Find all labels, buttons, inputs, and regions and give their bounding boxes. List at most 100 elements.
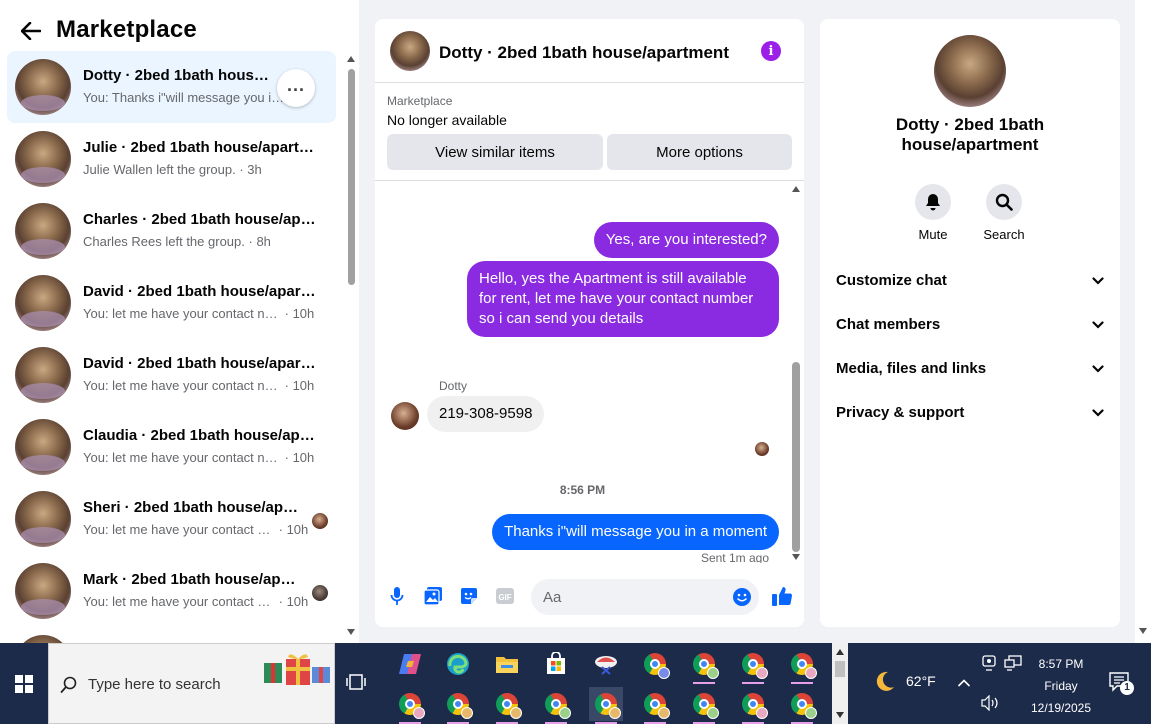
conversation-item[interactable]	[7, 627, 336, 643]
copilot-app-icon[interactable]	[393, 647, 427, 681]
avatar[interactable]	[391, 402, 419, 430]
customize-chat-section[interactable]: Customize chat	[836, 262, 1104, 298]
emoji-icon[interactable]	[731, 586, 753, 608]
chrome-app-icon[interactable]	[785, 687, 819, 724]
chrome-app-icon[interactable]	[736, 687, 770, 724]
scroll-down-arrow-icon[interactable]	[347, 629, 355, 635]
chevron-down-icon	[1092, 360, 1104, 376]
chrome-app-icon[interactable]	[736, 647, 770, 684]
message-list: Yes, are you interested? Hello, yes the …	[375, 181, 790, 563]
volume-icon[interactable]	[980, 694, 1000, 714]
more-horizontal-icon: ...	[286, 75, 305, 95]
message-list-scrollbar[interactable]	[789, 184, 803, 562]
scroll-up-arrow-icon[interactable]	[347, 56, 355, 62]
back-arrow-icon[interactable]	[18, 18, 44, 44]
notification-center-icon[interactable]: 1	[1108, 671, 1134, 698]
sticker-icon[interactable]	[458, 585, 480, 607]
avatar	[15, 563, 71, 619]
conversation-item[interactable]: Charles · 2bed 1bath house/apartment Cha…	[7, 195, 336, 267]
file-explorer-icon[interactable]	[490, 647, 524, 681]
conversation-time: 10h	[292, 378, 315, 393]
view-similar-items-button[interactable]: View similar items	[387, 134, 603, 170]
message-timestamp: 8:56 PM	[559, 483, 606, 497]
info-icon: i	[768, 43, 774, 59]
start-button[interactable]	[0, 643, 48, 724]
conversation-name: Charles · 2bed 1bath house/apartment	[83, 211, 317, 228]
taskbar-scrollbar[interactable]	[832, 643, 848, 724]
conversation-list-panel: Marketplace Dotty · 2bed 1bath house/apa…	[0, 0, 359, 643]
scroll-down-arrow-icon[interactable]	[1139, 628, 1147, 634]
message-input[interactable]	[531, 579, 759, 615]
page-scrollbar[interactable]	[1135, 0, 1151, 643]
chat-title[interactable]: Dotty · 2bed 1bath house/apartment	[439, 43, 729, 63]
scroll-up-arrow-icon[interactable]	[792, 186, 800, 192]
chrome-app-icon[interactable]	[539, 687, 573, 724]
chrome-app-icon[interactable]	[638, 687, 672, 724]
mute-button[interactable]: Mute	[903, 184, 963, 242]
search-button[interactable]: Search	[974, 184, 1034, 242]
listing-status: No longer available	[387, 112, 507, 128]
edge-app-icon[interactable]	[441, 647, 475, 681]
seen-avatar	[312, 513, 328, 529]
gif-icon[interactable]: GIF	[494, 585, 516, 607]
chrome-app-icon[interactable]	[490, 687, 524, 724]
snipping-tool-icon[interactable]	[589, 647, 623, 681]
chat-members-section[interactable]: Chat members	[836, 306, 1104, 342]
chat-panel: Dotty · 2bed 1bath house/apartment i Mar…	[375, 19, 804, 627]
conversation-list: Dotty · 2bed 1bath house/apartment You: …	[0, 51, 344, 643]
windows-logo-icon	[15, 674, 33, 693]
network-icon[interactable]	[1004, 655, 1022, 674]
thumbs-up-icon[interactable]	[771, 585, 793, 607]
conversation-item[interactable]: Mark · 2bed 1bath house/apartment You: l…	[7, 555, 336, 627]
conversation-item[interactable]: David · 2bed 1bath house/apartment You: …	[7, 339, 336, 411]
search-icon	[60, 676, 77, 693]
scroll-down-arrow-icon[interactable]	[836, 712, 844, 718]
avatar[interactable]	[390, 31, 430, 71]
conversation-item[interactable]: Sheri · 2bed 1bath house/apartment You: …	[7, 483, 336, 555]
weather-widget[interactable]: 62°F	[872, 669, 936, 693]
avatar	[15, 419, 71, 475]
microsoft-store-icon[interactable]	[539, 647, 573, 681]
microphone-icon[interactable]	[386, 585, 408, 607]
webcam-icon[interactable]	[982, 655, 996, 674]
scroll-down-arrow-icon[interactable]	[792, 554, 800, 560]
photo-gallery-icon[interactable]	[422, 585, 444, 607]
conversation-preview: You: let me have your contact number so …	[83, 522, 309, 537]
search-label: Search	[983, 227, 1025, 242]
message-bubble-incoming[interactable]: 219-308-9598	[427, 396, 545, 432]
conversation-preview: You: let me have your contact number so …	[83, 306, 315, 321]
scroll-up-arrow-icon[interactable]	[836, 649, 844, 655]
scrollbar-thumb[interactable]	[792, 362, 800, 552]
chrome-app-icon[interactable]	[441, 687, 475, 724]
chrome-app-icon[interactable]	[687, 687, 721, 724]
avatar	[15, 59, 71, 115]
chrome-app-icon[interactable]	[687, 647, 721, 684]
message-bubble-outgoing[interactable]: Yes, are you interested?	[593, 222, 779, 258]
clock-date: 12/19/2025	[1030, 701, 1092, 715]
chrome-app-icon[interactable]	[638, 647, 672, 681]
conversation-name: Claudia · 2bed 1bath house/apartment	[83, 427, 317, 444]
scrollbar-thumb[interactable]	[348, 69, 355, 285]
avatar[interactable]	[934, 35, 1006, 107]
gift-icon[interactable]	[262, 651, 332, 687]
conversation-item[interactable]: Julie · 2bed 1bath house/apartment Julie…	[7, 123, 336, 195]
conversation-item[interactable]: David · 2bed 1bath house/apartment You: …	[7, 267, 336, 339]
show-hidden-icons-chevron-icon[interactable]	[957, 675, 971, 691]
message-bubble-outgoing[interactable]: Thanks i"will message you in a moment	[492, 514, 779, 550]
conversation-item[interactable]: Claudia · 2bed 1bath house/apartment You…	[7, 411, 336, 483]
system-clock[interactable]: 8:57 PM Friday 12/19/2025	[1022, 653, 1100, 719]
task-view-icon[interactable]	[346, 671, 370, 695]
privacy-support-section[interactable]: Privacy & support	[836, 394, 1104, 430]
chrome-app-icon[interactable]	[589, 687, 623, 724]
more-options-button[interactable]: More options	[607, 134, 792, 170]
media-files-links-section[interactable]: Media, files and links	[836, 350, 1104, 386]
message-bubble-outgoing[interactable]: Hello, yes the Apartment is still availa…	[467, 261, 779, 337]
chrome-app-icon[interactable]	[393, 687, 427, 724]
conversation-list-scrollbar[interactable]	[344, 51, 358, 643]
more-options-button[interactable]: ...	[277, 69, 315, 107]
sender-name: Dotty	[439, 379, 468, 393]
info-button[interactable]: i	[761, 41, 781, 61]
conversation-item[interactable]: Dotty · 2bed 1bath house/apartment You: …	[7, 51, 336, 123]
chrome-app-icon[interactable]	[785, 647, 819, 684]
scrollbar-thumb[interactable]	[835, 661, 845, 677]
